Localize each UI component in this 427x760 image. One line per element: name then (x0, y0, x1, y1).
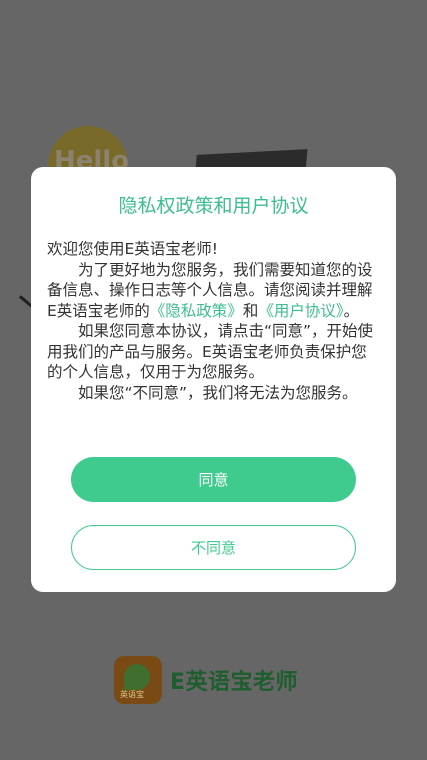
privacy-dialog: 隐私权政策和用户协议 欢迎您使用E英语宝老师! 为了更好地为您服务，我们需要知道… (31, 167, 396, 592)
privacy-policy-link[interactable]: 《隐私政策》 (150, 302, 243, 320)
paragraph-info: 为了更好地为您服务，我们需要知道您的设备信息、操作日志等个人信息。请您阅读并理解… (47, 260, 382, 322)
brand-logo-icon: 英语宝 (114, 656, 162, 704)
brand-logo-caption: 英语宝 (120, 690, 144, 699)
paragraph-decline: 如果您“不同意”，我们将无法为您服务。 (78, 383, 358, 402)
dialog-body: 欢迎您使用E英语宝老师! 为了更好地为您服务，我们需要知道您的设备信息、操作日志… (47, 239, 382, 403)
paragraph-info-end: 。 (343, 301, 360, 320)
brand: 英语宝 E英语宝老师 (114, 654, 298, 706)
agree-button[interactable]: 同意 (71, 457, 356, 502)
and-text: 和 (242, 301, 259, 320)
greeting-text: 欢迎您使用E英语宝老师! (47, 240, 219, 258)
dialog-title: 隐私权政策和用户协议 (118, 195, 309, 217)
brand-name: E英语宝老师 (170, 670, 299, 695)
user-agreement-link[interactable]: 《用户协议》 (258, 302, 343, 320)
disagree-button[interactable]: 不同意 (71, 525, 356, 570)
paragraph-consent: 如果您同意本协议，请点击“同意”，开始使用我们的产品与服务。E英语宝老师负责保护… (47, 322, 374, 381)
